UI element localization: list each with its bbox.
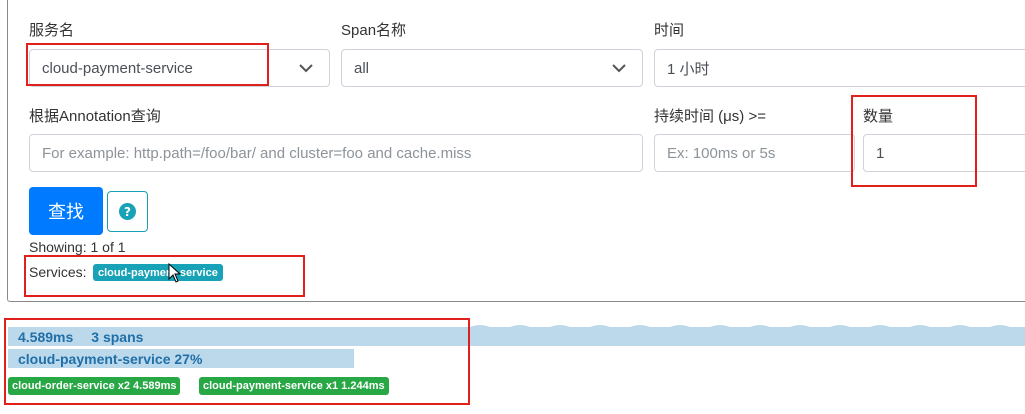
limit-input[interactable]: 1 <box>863 134 1025 172</box>
trace-service-percent: cloud-payment-service 27% <box>18 350 203 367</box>
service-name-select[interactable]: cloud-payment-service <box>29 49 330 87</box>
chevron-down-icon <box>612 64 626 73</box>
service-filter-badge[interactable]: cloud-payment-service <box>93 264 223 281</box>
annotation-query-input[interactable]: For example: http.path=/foo/bar/ and clu… <box>29 134 643 172</box>
annotation-query-label: 根据Annotation查询 <box>29 108 161 125</box>
time-label: 时间 <box>654 22 685 39</box>
annotation-query-placeholder: For example: http.path=/foo/bar/ and clu… <box>42 144 472 162</box>
service-name-value: cloud-payment-service <box>42 59 193 77</box>
span-name-select[interactable]: all <box>341 49 643 87</box>
trace-span-count: 3 spans <box>91 328 144 345</box>
min-duration-placeholder: Ex: 100ms or 5s <box>667 144 776 162</box>
chevron-down-icon <box>299 64 313 73</box>
min-duration-input[interactable]: Ex: 100ms or 5s <box>654 134 855 172</box>
question-circle-icon: ? <box>119 203 136 220</box>
mouse-cursor-icon <box>168 263 182 283</box>
service-duration-badge: cloud-payment-service x1 1.244ms <box>199 377 389 395</box>
search-button[interactable]: 查找 <box>29 187 103 235</box>
trace-duration: 4.589ms <box>18 328 74 345</box>
limit-label: 数量 <box>863 108 894 125</box>
trace-result-row[interactable]: 4.589ms 3 spans <box>8 327 1025 346</box>
service-duration-badge: cloud-order-service x2 4.589ms <box>8 377 181 395</box>
service-name-label: 服务名 <box>29 22 75 39</box>
trace-service-percent-bar: cloud-payment-service 27% <box>8 349 354 368</box>
services-label: Services: <box>29 264 87 280</box>
min-duration-label: 持续时间 (μs) >= <box>654 108 766 125</box>
limit-value: 1 <box>876 144 885 162</box>
time-range-select[interactable]: 1 小时 <box>654 49 1025 87</box>
time-range-value: 1 小时 <box>667 60 710 78</box>
help-button[interactable]: ? <box>107 191 148 232</box>
span-name-label: Span名称 <box>341 22 407 39</box>
span-name-value: all <box>354 59 370 77</box>
showing-count: Showing: 1 of 1 <box>29 239 126 255</box>
